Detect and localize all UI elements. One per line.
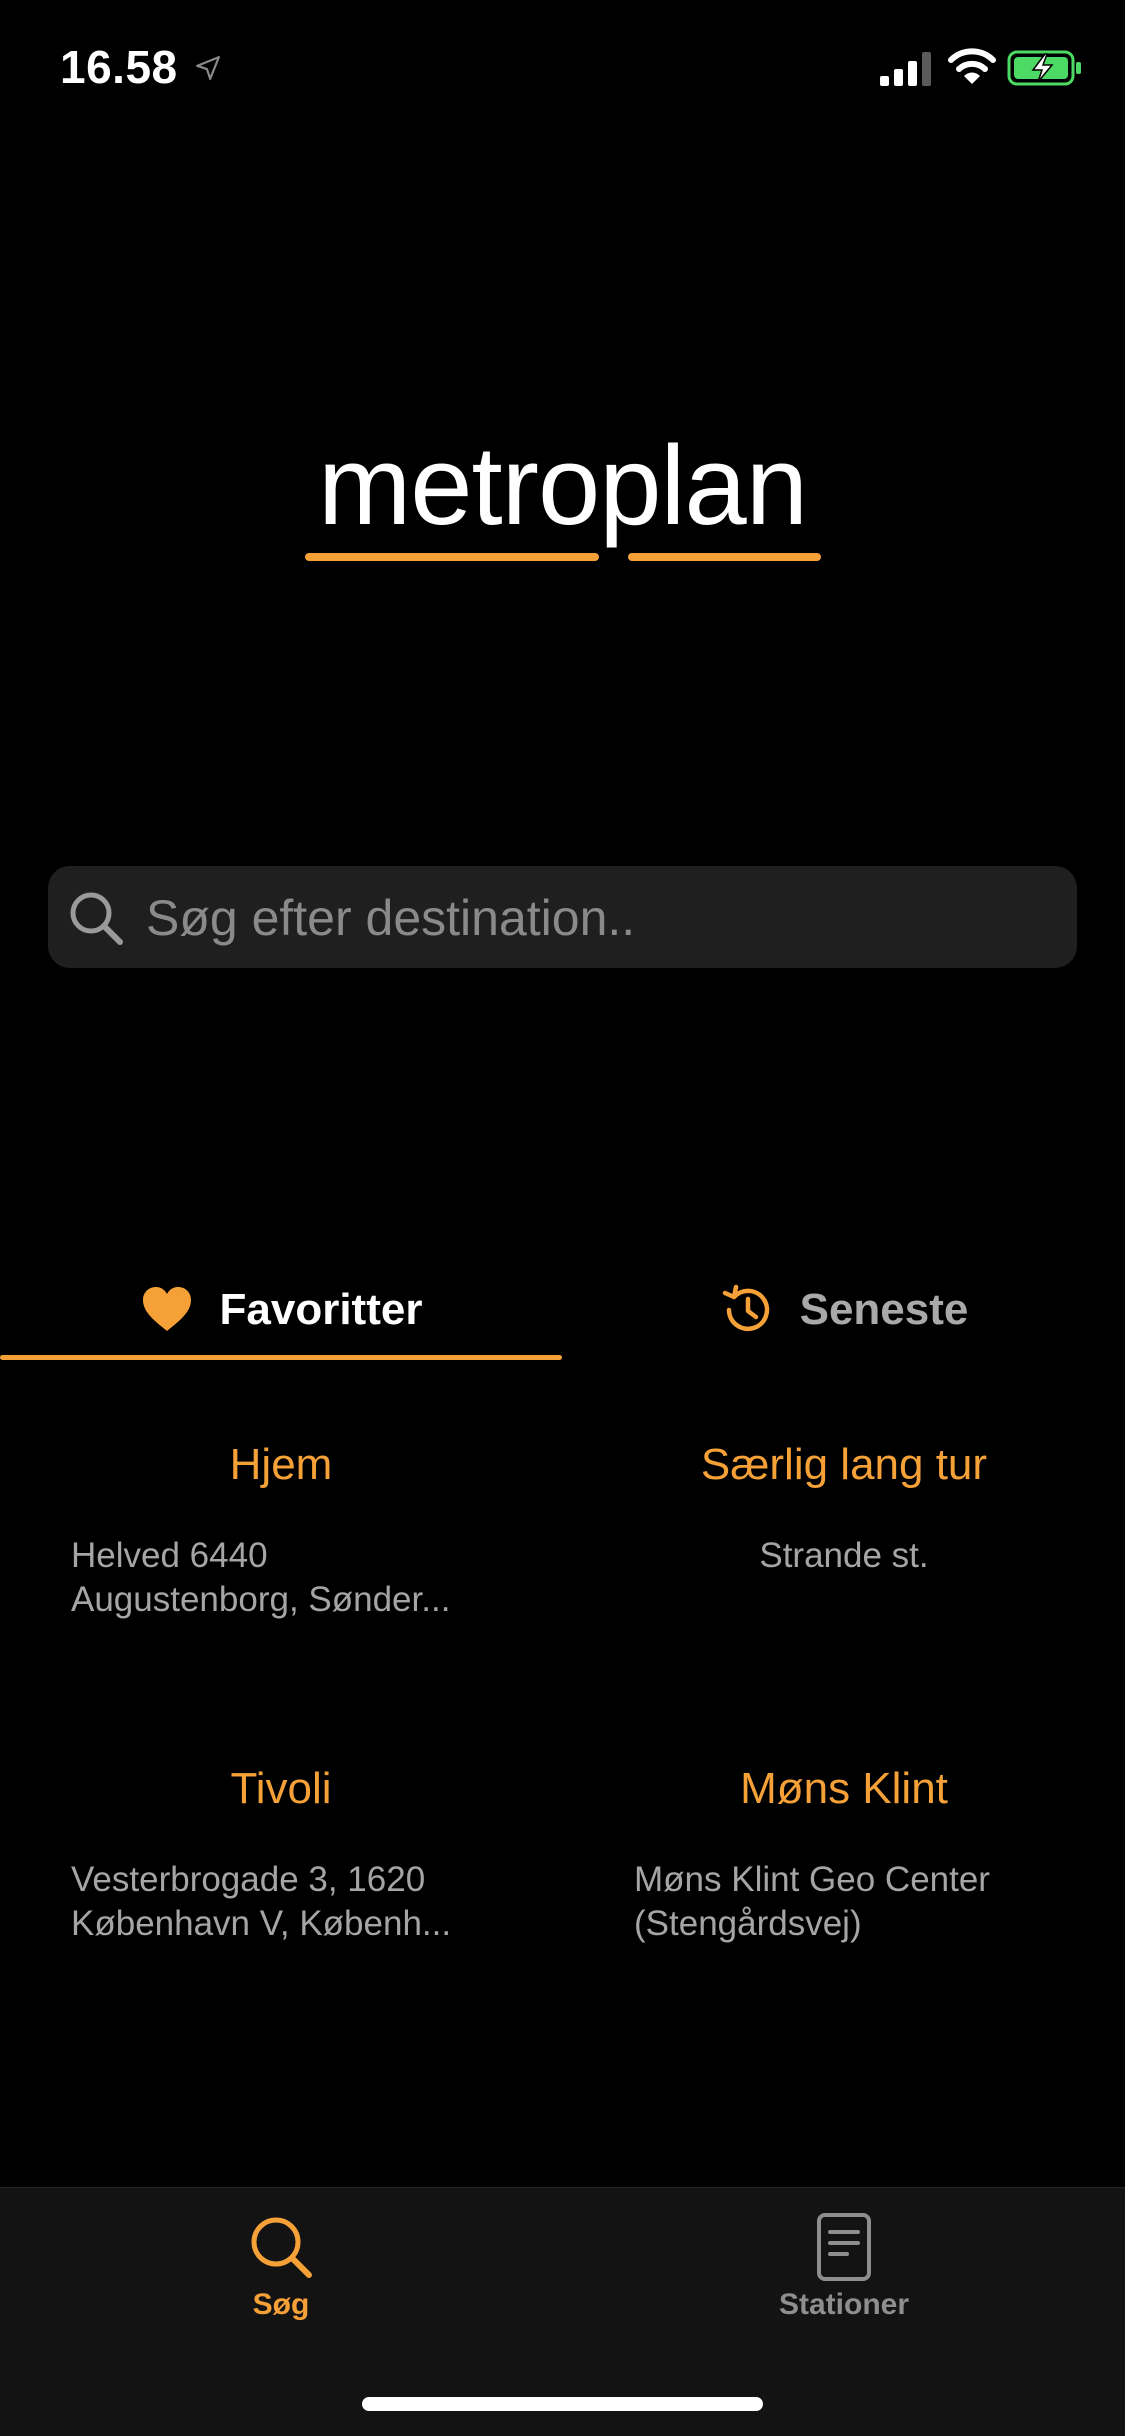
tabbar-label: Søg: [252, 2288, 310, 2321]
search-icon: [70, 892, 123, 945]
heart-icon: [142, 1287, 191, 1331]
wifi-icon: [948, 48, 996, 84]
search-icon: [251, 2217, 312, 2278]
tabbar-label: Stationer: [778, 2288, 910, 2321]
battery-charging-icon: [1007, 50, 1081, 86]
tab-favorites[interactable]: Favoritter: [0, 1255, 562, 1365]
favorite-address: Vesterbrogade 3, 1620 København V, Køben…: [71, 1860, 452, 1943]
favorite-address: Helved 6440 Augustenborg, Sønder...: [71, 1536, 451, 1619]
favorite-item[interactable]: Særlig lang tur Strande st.: [563, 1440, 1125, 1578]
history-icon: [722, 1284, 769, 1332]
tabbar-item-stations[interactable]: Stationer: [563, 2212, 1125, 2322]
document-icon: [817, 2213, 871, 2281]
tabbar-item-search[interactable]: Søg: [0, 2212, 562, 2322]
signal-icon: [880, 52, 931, 86]
favorite-name: Særlig lang tur: [700, 1440, 988, 1489]
search-bar[interactable]: [48, 866, 1077, 970]
logo-underline: [628, 553, 821, 561]
favorite-item[interactable]: Hjem Helved 6440 Augustenborg, Sønder...: [0, 1440, 562, 1622]
segment-tabs: Favoritter Seneste: [0, 1255, 1125, 1365]
logo-underline: [305, 553, 599, 561]
home-indicator[interactable]: [362, 2397, 763, 2411]
search-input[interactable]: [144, 866, 1048, 970]
status-time: 16.58: [60, 41, 178, 93]
logo-text: metroplan: [317, 423, 808, 548]
favorite-name: Hjem: [229, 1440, 333, 1489]
favorite-address: Strande st.: [759, 1536, 929, 1575]
active-tab-indicator: [0, 1355, 562, 1360]
favorite-item[interactable]: Tivoli Vesterbrogade 3, 1620 København V…: [0, 1764, 562, 1946]
tab-favorites-label: Favoritter: [219, 1285, 423, 1334]
favorite-name: Møns Klint: [740, 1764, 948, 1813]
app-screen: 16.58 metroplan Søg efter destination.. …: [0, 0, 1125, 2436]
tab-recent-label: Seneste: [799, 1285, 969, 1334]
tab-recent[interactable]: Seneste: [563, 1255, 1125, 1365]
location-arrow-icon: [196, 56, 220, 80]
favorite-name: Tivoli: [230, 1764, 332, 1813]
favorite-item[interactable]: Møns Klint Møns Klint Geo Center (Stengå…: [563, 1764, 1125, 1946]
status-bar: 16.58: [0, 0, 1125, 140]
app-logo: metroplan: [0, 430, 1125, 580]
favorite-address: Møns Klint Geo Center (Stengårdsvej): [634, 1860, 990, 1943]
